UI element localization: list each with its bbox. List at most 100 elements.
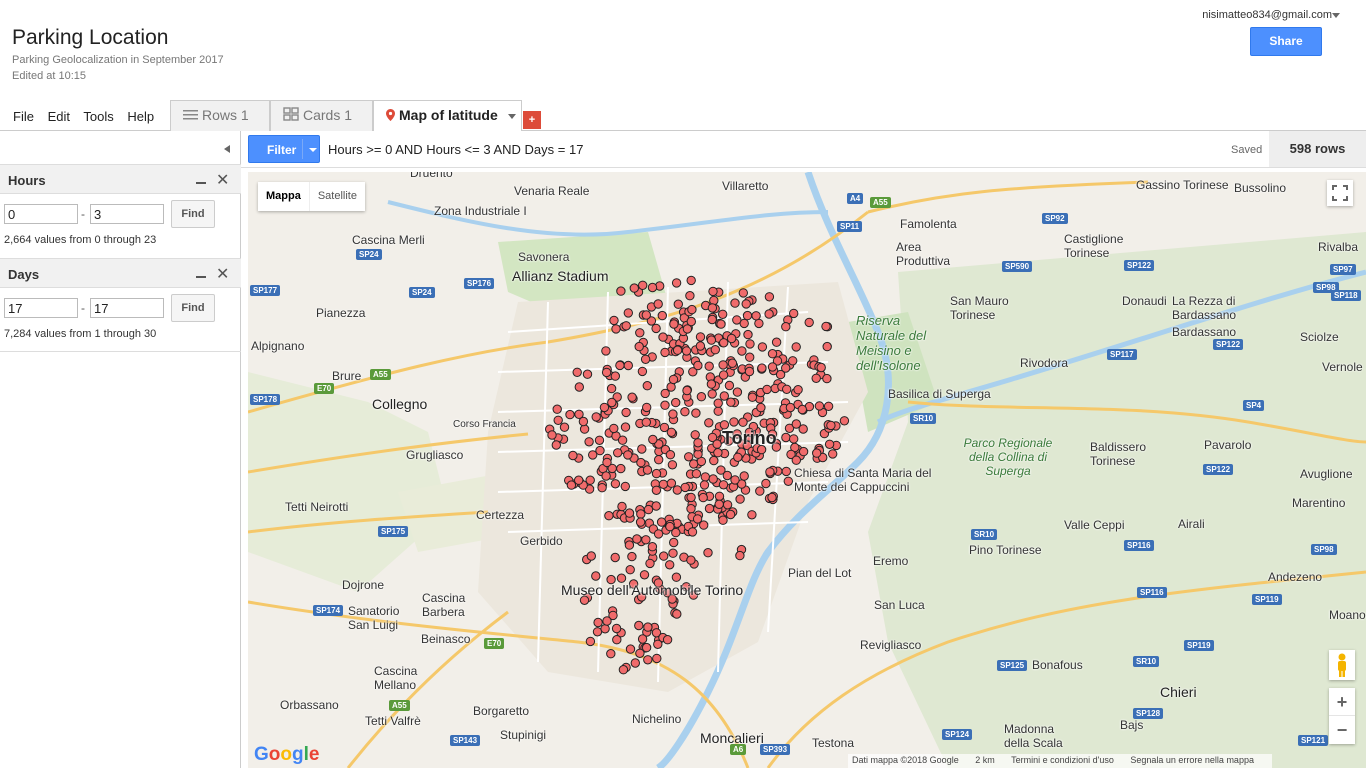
parking-marker[interactable] bbox=[547, 430, 557, 440]
parking-marker[interactable] bbox=[601, 367, 612, 378]
parking-marker[interactable] bbox=[745, 352, 755, 362]
parking-marker[interactable] bbox=[707, 389, 717, 399]
parking-marker[interactable] bbox=[642, 402, 652, 413]
parking-marker[interactable] bbox=[662, 635, 673, 645]
parking-marker[interactable] bbox=[690, 430, 700, 440]
parking-marker[interactable] bbox=[764, 309, 774, 319]
parking-marker[interactable] bbox=[624, 508, 635, 518]
parking-marker[interactable] bbox=[616, 463, 626, 474]
parking-marker[interactable] bbox=[747, 510, 757, 520]
parking-marker[interactable] bbox=[791, 455, 801, 465]
tab-map[interactable]: Map of latitude bbox=[373, 100, 522, 132]
parking-marker[interactable] bbox=[691, 469, 702, 479]
parking-marker[interactable] bbox=[686, 555, 696, 565]
parking-marker[interactable] bbox=[821, 321, 831, 332]
parking-marker[interactable] bbox=[671, 397, 681, 408]
parking-marker[interactable] bbox=[654, 455, 664, 465]
parking-marker[interactable] bbox=[722, 500, 733, 510]
parking-marker[interactable] bbox=[651, 501, 661, 511]
minimize-icon[interactable] bbox=[196, 182, 206, 184]
parking-marker[interactable] bbox=[621, 321, 631, 331]
parking-marker[interactable] bbox=[747, 392, 758, 402]
parking-marker[interactable] bbox=[574, 382, 584, 392]
parking-marker[interactable] bbox=[668, 374, 679, 385]
parking-marker[interactable] bbox=[624, 540, 635, 550]
parking-marker[interactable] bbox=[692, 514, 703, 524]
parking-marker[interactable] bbox=[708, 286, 718, 297]
parking-marker[interactable] bbox=[621, 407, 631, 418]
parking-marker[interactable] bbox=[651, 485, 662, 495]
parking-marker[interactable] bbox=[601, 471, 611, 481]
parking-marker[interactable] bbox=[609, 423, 619, 434]
parking-marker[interactable] bbox=[811, 373, 821, 384]
parking-marker[interactable] bbox=[681, 346, 692, 356]
tab-rows[interactable]: Rows 1 bbox=[170, 100, 270, 131]
parking-marker[interactable] bbox=[783, 476, 793, 486]
parking-marker[interactable] bbox=[672, 609, 682, 619]
parking-marker[interactable] bbox=[816, 362, 826, 373]
parking-marker[interactable] bbox=[572, 367, 582, 378]
filter-button[interactable]: Filter bbox=[248, 135, 320, 163]
parking-marker[interactable] bbox=[785, 402, 796, 413]
parking-marker[interactable] bbox=[706, 379, 717, 389]
parking-marker[interactable] bbox=[680, 407, 690, 417]
parking-marker[interactable] bbox=[730, 298, 740, 308]
parking-marker[interactable] bbox=[636, 509, 646, 519]
parking-marker[interactable] bbox=[824, 439, 835, 449]
parking-marker[interactable] bbox=[822, 341, 832, 352]
parking-marker[interactable] bbox=[695, 341, 706, 351]
parking-marker[interactable] bbox=[552, 404, 562, 414]
parking-marker[interactable] bbox=[635, 328, 645, 338]
parking-marker[interactable] bbox=[601, 346, 611, 356]
parking-marker[interactable] bbox=[588, 450, 598, 460]
parking-marker[interactable] bbox=[659, 551, 669, 561]
parking-marker[interactable] bbox=[781, 322, 791, 332]
parking-marker[interactable] bbox=[665, 450, 676, 460]
collapse-sidebar-icon[interactable] bbox=[224, 145, 230, 153]
parking-marker[interactable] bbox=[704, 361, 714, 371]
parking-marker[interactable] bbox=[823, 401, 834, 412]
parking-marker[interactable] bbox=[693, 360, 703, 371]
parking-marker[interactable] bbox=[671, 278, 682, 288]
parking-marker[interactable] bbox=[559, 422, 570, 432]
parking-marker[interactable] bbox=[814, 401, 825, 411]
parking-marker[interactable] bbox=[602, 457, 612, 468]
parking-marker[interactable] bbox=[659, 422, 670, 433]
parking-marker[interactable] bbox=[781, 466, 791, 477]
parking-marker[interactable] bbox=[642, 465, 653, 475]
tab-cards[interactable]: Cards 1 bbox=[270, 100, 373, 131]
parking-marker[interactable] bbox=[797, 404, 807, 415]
parking-marker[interactable] bbox=[812, 448, 822, 458]
parking-marker[interactable] bbox=[647, 282, 658, 293]
parking-marker[interactable] bbox=[765, 467, 775, 477]
parking-marker[interactable] bbox=[687, 527, 698, 537]
parking-marker[interactable] bbox=[789, 308, 799, 319]
parking-marker[interactable] bbox=[639, 570, 650, 580]
parking-marker[interactable] bbox=[609, 315, 619, 326]
parking-marker[interactable] bbox=[617, 501, 627, 512]
parking-marker[interactable] bbox=[591, 571, 601, 581]
parking-marker[interactable] bbox=[593, 617, 603, 628]
parking-marker[interactable] bbox=[623, 450, 633, 460]
parking-marker[interactable] bbox=[757, 342, 768, 352]
parking-marker[interactable] bbox=[755, 486, 765, 496]
parking-marker[interactable] bbox=[582, 369, 593, 379]
parking-marker[interactable] bbox=[791, 419, 801, 429]
parking-marker[interactable] bbox=[672, 485, 682, 495]
parking-marker[interactable] bbox=[713, 398, 723, 408]
parking-marker[interactable] bbox=[611, 623, 622, 634]
parking-marker[interactable] bbox=[703, 548, 713, 558]
days-min-input[interactable] bbox=[4, 298, 78, 318]
parking-marker[interactable] bbox=[686, 275, 696, 286]
parking-marker[interactable] bbox=[722, 470, 732, 481]
parking-marker[interactable] bbox=[653, 529, 664, 539]
parking-marker[interactable] bbox=[788, 356, 798, 366]
parking-marker[interactable] bbox=[732, 387, 743, 397]
parking-marker[interactable] bbox=[713, 406, 723, 416]
parking-marker[interactable] bbox=[684, 452, 694, 462]
parking-marker[interactable] bbox=[629, 283, 639, 293]
parking-marker[interactable] bbox=[726, 333, 737, 344]
parking-marker[interactable] bbox=[651, 323, 661, 334]
parking-marker[interactable] bbox=[782, 384, 792, 395]
parking-marker[interactable] bbox=[660, 388, 670, 399]
